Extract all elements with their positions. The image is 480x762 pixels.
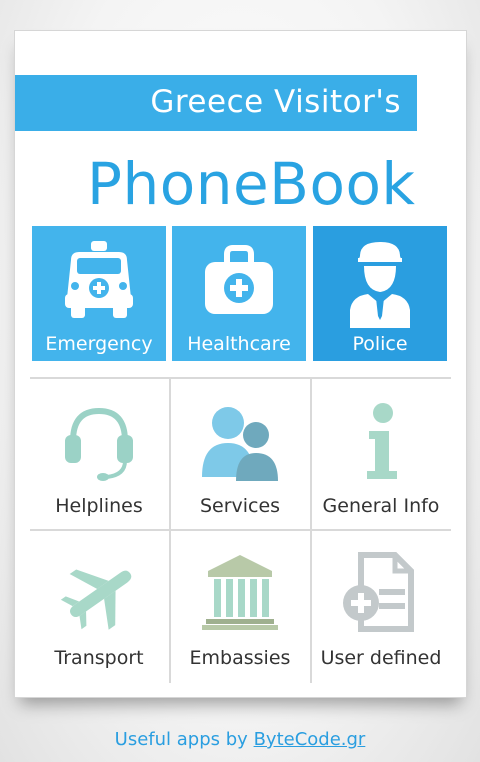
embassies-label: Embassies: [189, 647, 291, 669]
first-aid-kit-icon: [172, 238, 306, 324]
info-icon: [312, 397, 450, 485]
airplane-icon: [30, 549, 168, 637]
emergency-label: Emergency: [45, 333, 153, 355]
police-officer-icon: [313, 238, 447, 328]
main-card: Greece Visitor's PhoneBook Emergency Hea…: [14, 30, 467, 698]
footer: Useful apps by ByteCode.gr: [0, 729, 480, 750]
helplines-label: Helplines: [55, 495, 143, 517]
emergency-tile[interactable]: Emergency: [32, 226, 166, 361]
header-banner: Greece Visitor's: [15, 75, 417, 131]
app-title: PhoneBook: [87, 150, 416, 218]
general-info-cell[interactable]: General Info: [312, 379, 450, 527]
helplines-cell[interactable]: Helplines: [30, 379, 168, 527]
police-label: Police: [352, 333, 408, 355]
ambulance-icon: [32, 238, 166, 324]
services-label: Services: [199, 495, 281, 517]
bytecode-link[interactable]: ByteCode.gr: [254, 729, 366, 750]
transport-cell[interactable]: Transport: [30, 531, 168, 679]
people-icon: [171, 397, 309, 485]
embassies-cell[interactable]: Embassies: [171, 531, 309, 679]
user-defined-label: User defined: [320, 647, 442, 669]
document-add-icon: [312, 549, 450, 637]
banner-text: Greece Visitor's: [150, 84, 401, 120]
footer-prefix: Useful apps by: [114, 729, 254, 750]
user-defined-cell[interactable]: User defined: [312, 531, 450, 679]
general-info-label: General Info: [322, 495, 440, 517]
healthcare-label: Healthcare: [187, 333, 291, 355]
services-cell[interactable]: Services: [171, 379, 309, 527]
headset-icon: [30, 397, 168, 485]
healthcare-tile[interactable]: Healthcare: [172, 226, 306, 361]
embassy-building-icon: [171, 549, 309, 637]
police-tile[interactable]: Police: [313, 226, 447, 361]
transport-label: Transport: [54, 647, 144, 669]
